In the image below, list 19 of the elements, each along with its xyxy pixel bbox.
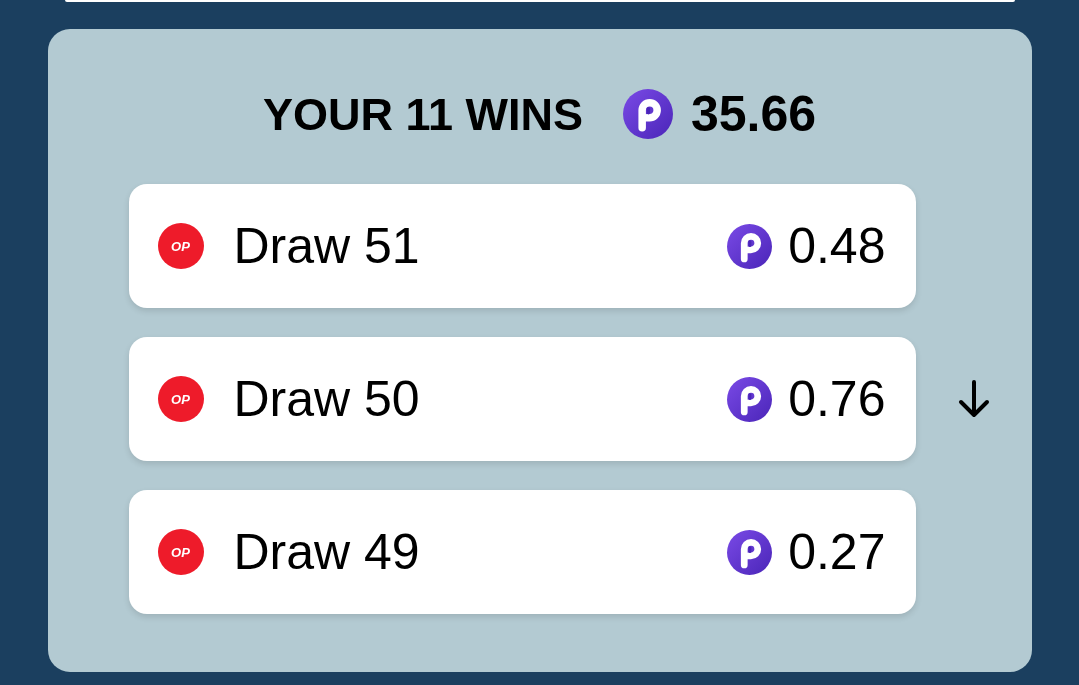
coin-icon xyxy=(727,529,773,575)
win-row[interactable]: OP Draw 51 0.48 xyxy=(128,184,916,308)
win-row[interactable]: OP Draw 49 0.27 xyxy=(128,490,916,614)
token-badge: OP xyxy=(157,376,204,422)
draw-label: Draw 50 xyxy=(233,374,420,424)
win-amount: 0.76 xyxy=(788,374,886,424)
win-row[interactable]: OP Draw 50 0.76 xyxy=(128,337,916,461)
total-amount: 35.66 xyxy=(690,89,817,139)
token-badge: OP xyxy=(157,529,204,575)
draw-label: Draw 51 xyxy=(233,221,420,271)
draw-label: Draw 49 xyxy=(233,527,420,577)
coin-icon xyxy=(622,89,673,139)
coin-icon xyxy=(727,376,773,422)
coin-icon xyxy=(727,223,773,269)
win-amount: 0.27 xyxy=(788,527,886,577)
wins-title: YOUR 11 WINS xyxy=(262,91,583,137)
arrow-down-icon xyxy=(956,380,991,418)
win-amount: 0.48 xyxy=(788,221,886,271)
token-badge: OP xyxy=(157,223,204,269)
